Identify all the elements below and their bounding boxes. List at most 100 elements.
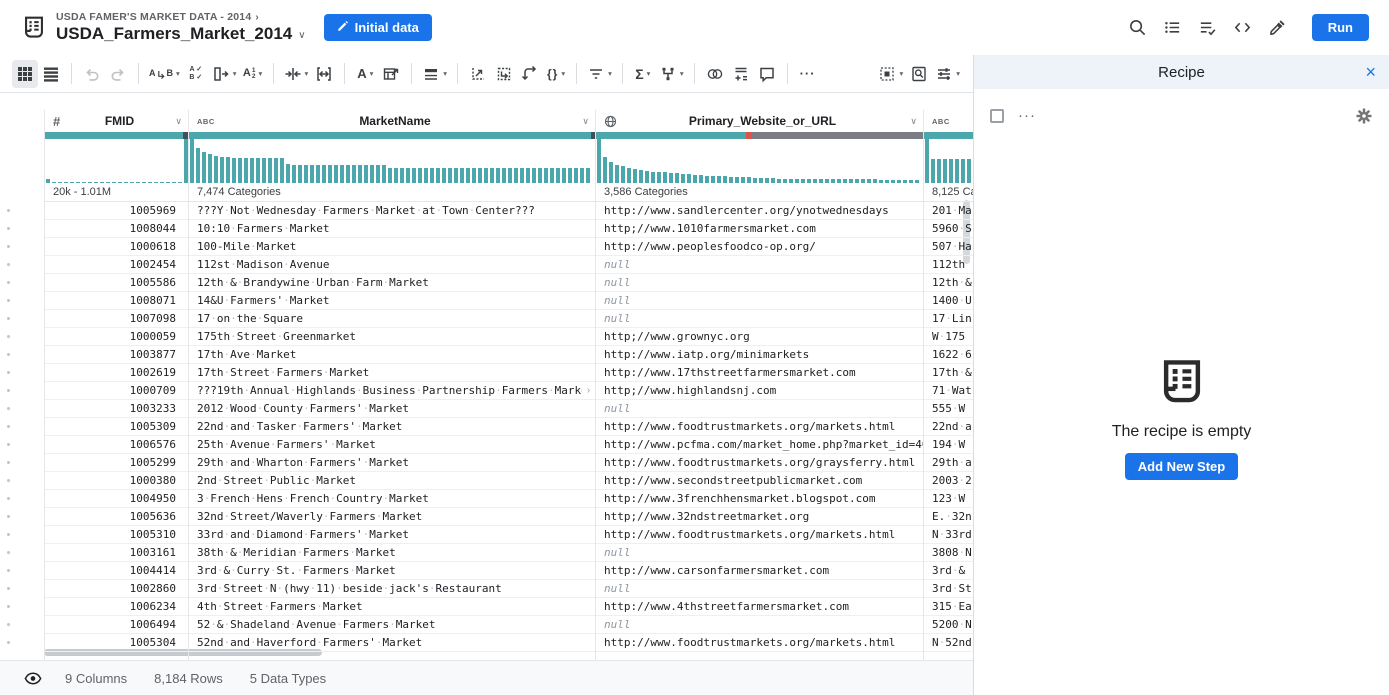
cell-url[interactable]: http://www.carsonfarmersmarket.com xyxy=(596,562,923,580)
gear-icon[interactable] xyxy=(1355,107,1373,125)
row-handle[interactable] xyxy=(0,255,44,273)
cell-name[interactable]: 32nd·Street/Waverly·Farmers·Market xyxy=(189,508,595,526)
breadcrumb[interactable]: USDA FAMER'S MARKET DATA - 2014 › xyxy=(56,11,306,23)
cell-street[interactable]: 3rd·St xyxy=(924,580,973,598)
cell-fmid[interactable]: 1005586 xyxy=(45,274,188,292)
code-icon[interactable] xyxy=(1230,15,1256,41)
data-quality-bar[interactable] xyxy=(45,132,188,139)
row-handle[interactable] xyxy=(0,309,44,327)
comment-button[interactable] xyxy=(754,60,780,88)
cell-fmid[interactable]: 1006234 xyxy=(45,598,188,616)
format-text-button[interactable]: A▾ xyxy=(352,60,378,88)
cell-name[interactable]: 38th·&·Meridian·Farmers·Market xyxy=(189,544,595,562)
cell-name[interactable]: 3rd·Street·N·(hwy·11)·beside·jack's·Rest… xyxy=(189,580,595,598)
cell-fmid[interactable]: 1004950 xyxy=(45,490,188,508)
row-handle[interactable] xyxy=(0,489,44,507)
cell-url[interactable]: http://www.peoplesfoodco-op.org/ xyxy=(596,238,923,256)
column-dropdown-icon[interactable]: ∨ xyxy=(582,110,589,132)
cell-street[interactable]: 201·Ma xyxy=(924,202,973,220)
cell-fmid[interactable]: 1004414 xyxy=(45,562,188,580)
cell-street[interactable]: 123·W xyxy=(924,490,973,508)
row-handle[interactable] xyxy=(0,327,44,345)
cell-fmid[interactable]: 1003161 xyxy=(45,544,188,562)
row-handle[interactable] xyxy=(0,525,44,543)
cell-url[interactable]: null xyxy=(596,400,923,418)
row-handle[interactable] xyxy=(0,561,44,579)
grid-view-button[interactable] xyxy=(12,60,38,88)
title-dropdown-icon[interactable]: ∨ xyxy=(298,30,305,41)
row-handle[interactable] xyxy=(0,363,44,381)
fit-width-button[interactable] xyxy=(311,60,337,88)
row-handle[interactable] xyxy=(0,471,44,489)
column-header[interactable]: ABC xyxy=(924,110,973,132)
cell-name[interactable]: 2nd·Street·Public·Market xyxy=(189,472,595,490)
cell-fmid[interactable]: 1005309 xyxy=(45,418,188,436)
cell-url[interactable]: http://www.foodtrustmarkets.org/markets.… xyxy=(596,634,923,652)
cell-url[interactable]: http://www.foodtrustmarkets.org/markets.… xyxy=(596,526,923,544)
validate-ab-button[interactable]: A ✓B ✓ xyxy=(183,60,209,88)
append-button[interactable] xyxy=(728,60,754,88)
row-handle[interactable] xyxy=(0,597,44,615)
cell-street[interactable]: 315·Ea xyxy=(924,598,973,616)
cell-street[interactable]: 1400·U xyxy=(924,292,973,310)
cell-url[interactable]: http://www.sandlercenter.org/ynotwednesd… xyxy=(596,202,923,220)
cell-url[interactable]: http://www.foodtrustmarkets.org/graysfer… xyxy=(596,454,923,472)
cell-street[interactable]: 29th·a xyxy=(924,454,973,472)
row-view-button[interactable] xyxy=(38,60,64,88)
cell-name[interactable]: 25th·Avenue·Farmers'·Market xyxy=(189,436,595,454)
filter-button[interactable]: ▾ xyxy=(584,60,615,88)
column-histogram[interactable] xyxy=(596,139,923,183)
more-options-icon[interactable]: ··· xyxy=(1018,111,1036,121)
cell-fmid[interactable]: 1005310 xyxy=(45,526,188,544)
cell-url[interactable]: http://www.iatp.org/minimarkets xyxy=(596,346,923,364)
cell-fmid[interactable]: 1002860 xyxy=(45,580,188,598)
row-handle[interactable] xyxy=(0,201,44,219)
cell-url[interactable]: null xyxy=(596,580,923,598)
cell-name[interactable]: 22nd·and·Tasker·Farmers'·Market xyxy=(189,418,595,436)
union-button[interactable] xyxy=(702,60,728,88)
cell-fmid[interactable]: 1002454 xyxy=(45,256,188,274)
row-handle[interactable] xyxy=(0,345,44,363)
overflow-indicator-icon[interactable]: › xyxy=(582,382,595,399)
cell-fmid[interactable]: 1007098 xyxy=(45,310,188,328)
row-handle[interactable] xyxy=(0,543,44,561)
braces-button[interactable]: {}▾ xyxy=(543,60,569,88)
run-button[interactable]: Run xyxy=(1312,14,1369,41)
cell-url[interactable]: http;//www.1010farmersmarket.com xyxy=(596,220,923,238)
row-handle[interactable] xyxy=(0,615,44,633)
cell-url[interactable]: http://www.foodtrustmarkets.org/markets.… xyxy=(596,418,923,436)
cell-street[interactable]: 22nd·a xyxy=(924,418,973,436)
column-histogram[interactable] xyxy=(45,139,188,183)
cell-fmid[interactable]: 1000618 xyxy=(45,238,188,256)
column-export-button[interactable]: ▾ xyxy=(209,60,240,88)
aggregate-button[interactable]: Σ▾ xyxy=(630,60,656,88)
cell-fmid[interactable]: 1008071 xyxy=(45,292,188,310)
cell-street[interactable]: 3rd·& xyxy=(924,562,973,580)
row-handle[interactable] xyxy=(0,453,44,471)
cell-fmid[interactable]: 1000380 xyxy=(45,472,188,490)
unpivot-button[interactable] xyxy=(491,60,517,88)
cell-url[interactable]: null xyxy=(596,292,923,310)
column-header[interactable]: Primary_Website_or_URL∨ xyxy=(596,110,923,132)
header-rows-button[interactable]: ▾ xyxy=(419,60,450,88)
row-handle[interactable] xyxy=(0,237,44,255)
transpose-button[interactable] xyxy=(517,60,543,88)
select-box-button[interactable]: ▾ xyxy=(875,60,906,88)
row-handle[interactable] xyxy=(0,219,44,237)
cell-name[interactable]: 3·French·Hens·French·Country·Market xyxy=(189,490,595,508)
cell-fmid[interactable]: 1008044 xyxy=(45,220,188,238)
find-columns-button[interactable] xyxy=(906,60,932,88)
cell-street[interactable]: 5960·S xyxy=(924,220,973,238)
row-handle[interactable] xyxy=(0,417,44,435)
cell-name[interactable]: 4th·Street·Farmers·Market xyxy=(189,598,595,616)
cell-name[interactable]: ???Y·Not·Wednesday·Farmers·Market·at·Tow… xyxy=(189,202,595,220)
cell-name[interactable]: 175th·Street·Greenmarket xyxy=(189,328,595,346)
cell-street[interactable]: N·33rd xyxy=(924,526,973,544)
cell-fmid[interactable]: 1002619 xyxy=(45,364,188,382)
column-histogram[interactable] xyxy=(189,139,595,183)
cell-street[interactable]: W·175 xyxy=(924,328,973,346)
cell-street[interactable]: 194·W xyxy=(924,436,973,454)
cell-name[interactable]: 14&U·Farmers'·Market xyxy=(189,292,595,310)
cell-name[interactable]: ???19th·Annual·Highlands·Business·Partne… xyxy=(189,382,595,400)
cell-fmid[interactable]: 1006494 xyxy=(45,616,188,634)
